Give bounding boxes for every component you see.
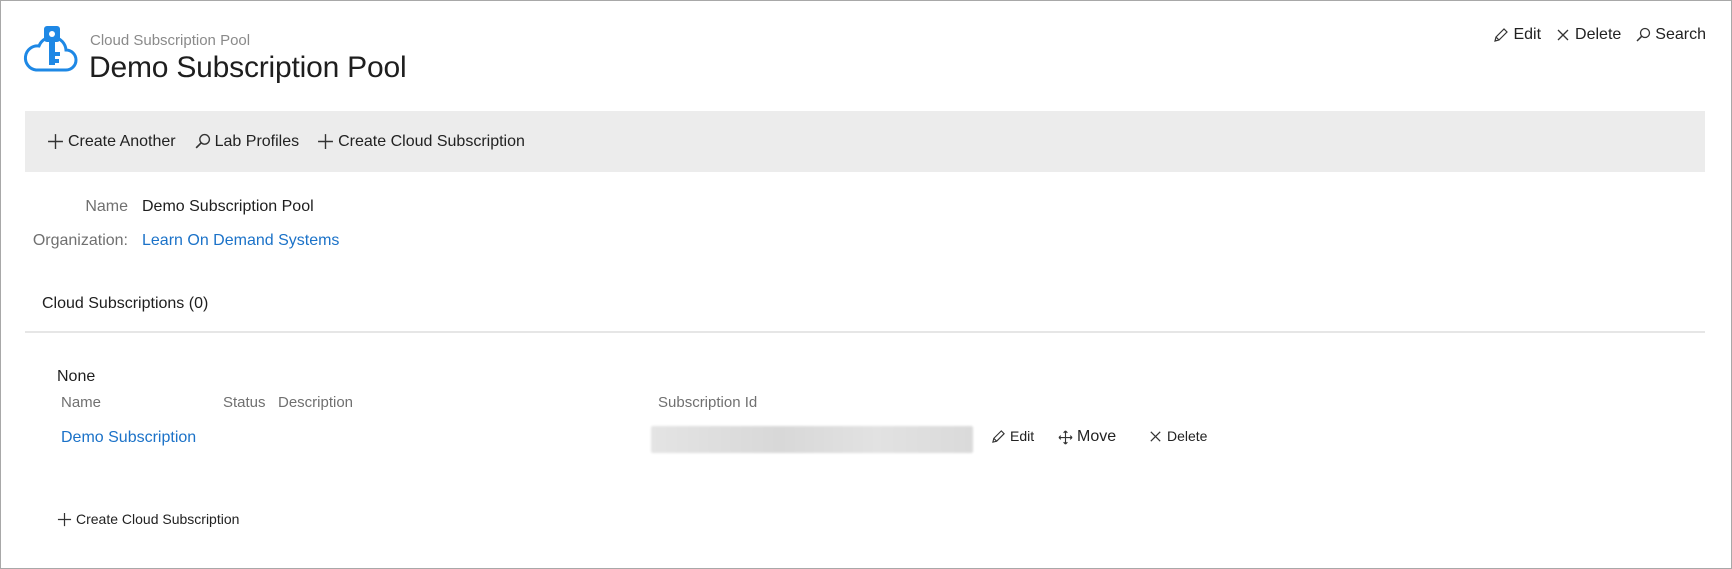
page-frame (0, 0, 1732, 569)
search-label: Search (1655, 26, 1706, 43)
cloud-subscriptions-heading[interactable]: Cloud Subscriptions (0) (42, 295, 208, 313)
header-actions: Edit Delete Search (1493, 26, 1706, 44)
command-toolbar: Create Another Lab Profiles Create Cloud… (25, 111, 1705, 172)
create-cloud-subscription-link-label: Create Cloud Subscription (76, 511, 240, 527)
row-delete-label: Delete (1167, 428, 1208, 444)
plus-icon (318, 134, 334, 149)
organization-link[interactable]: Learn On Demand Systems (142, 232, 339, 250)
subscription-name-link[interactable]: Demo Subscription (61, 429, 196, 447)
create-another-button[interactable]: Create Another (47, 133, 176, 151)
lab-profiles-label: Lab Profiles (214, 132, 300, 150)
move-icon (1058, 430, 1073, 444)
row-edit-button[interactable]: Edit (991, 428, 1034, 444)
name-label: Name (85, 198, 128, 215)
none-text: None (57, 368, 96, 385)
create-cloud-subscription-link[interactable]: Create Cloud Subscription (57, 511, 239, 527)
search-icon (195, 133, 210, 149)
search-button[interactable]: Search (1635, 26, 1706, 44)
create-cloud-subscription-label: Create Cloud Subscription (338, 132, 525, 150)
subscription-id-obscured (651, 426, 973, 453)
column-header-name: Name (61, 394, 102, 411)
close-icon (1150, 430, 1161, 442)
edit-label: Edit (1513, 26, 1542, 43)
row-delete-button[interactable]: Delete (1148, 428, 1207, 444)
breadcrumb[interactable]: Cloud Subscription Pool (90, 32, 250, 49)
name-value: Demo Subscription Pool (142, 198, 314, 215)
cloud-key-icon (23, 26, 78, 72)
create-another-label: Create Another (68, 132, 176, 150)
row-move-button[interactable]: Move (1058, 428, 1116, 446)
column-header-subscription-id: Subscription Id (658, 394, 758, 411)
row-edit-label: Edit (1010, 428, 1035, 444)
create-cloud-subscription-button[interactable]: Create Cloud Subscription (317, 133, 525, 151)
search-icon (1636, 27, 1651, 42)
organization-label: Organization: (32, 232, 128, 249)
column-header-description: Description (278, 394, 354, 411)
column-header-status: Status (223, 394, 266, 411)
close-icon (1557, 29, 1569, 41)
plus-icon (57, 512, 72, 526)
pencil-icon (992, 429, 1005, 443)
plus-icon (48, 134, 63, 149)
pencil-icon (1494, 28, 1509, 42)
page-title: Demo Subscription Pool (89, 51, 407, 84)
section-divider (25, 331, 1705, 333)
lab-profiles-button[interactable]: Lab Profiles (194, 132, 300, 151)
edit-button[interactable]: Edit (1493, 26, 1541, 44)
row-move-label: Move (1077, 428, 1117, 445)
delete-label: Delete (1575, 26, 1622, 43)
delete-button[interactable]: Delete (1555, 26, 1621, 44)
